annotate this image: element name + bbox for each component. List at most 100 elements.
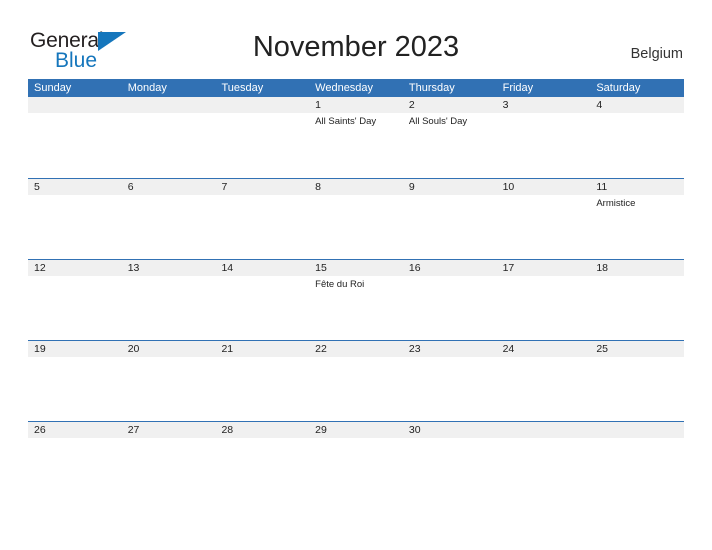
day-cell[interactable] — [122, 438, 216, 502]
week-date-number-band: 26 27 28 29 30 — [28, 422, 684, 438]
day-number[interactable]: 28 — [215, 422, 309, 438]
weekday-header-friday: Friday — [502, 82, 534, 94]
day-number[interactable]: 29 — [309, 422, 403, 438]
weekday-header-tuesday: Tuesday — [221, 82, 264, 94]
day-cell[interactable] — [215, 195, 309, 259]
day-number[interactable] — [28, 97, 122, 113]
day-number[interactable]: 6 — [122, 179, 216, 195]
day-cell[interactable] — [28, 113, 122, 177]
day-cell[interactable] — [497, 276, 591, 340]
day-cell[interactable] — [28, 195, 122, 259]
weekday-header-sunday: Sunday — [34, 82, 72, 94]
weekday-header-wednesday: Wednesday — [315, 82, 374, 94]
day-number[interactable]: 11 — [590, 179, 684, 195]
day-number[interactable]: 13 — [122, 260, 216, 276]
holiday-label: Armistice — [596, 198, 636, 209]
week-event-band: All Saints' Day All Souls' Day — [28, 113, 684, 177]
day-cell[interactable]: All Saints' Day — [309, 113, 403, 177]
day-number[interactable]: 4 — [590, 97, 684, 113]
week-event-band — [28, 438, 684, 502]
day-number[interactable]: 2 — [403, 97, 497, 113]
day-cell[interactable] — [28, 357, 122, 421]
day-number[interactable]: 15 — [309, 260, 403, 276]
day-number[interactable]: 12 — [28, 260, 122, 276]
day-cell[interactable] — [403, 438, 497, 502]
weekday-header-saturday: Saturday — [596, 82, 641, 94]
day-cell[interactable] — [309, 438, 403, 502]
page-title: November 2023 — [252, 31, 460, 63]
day-cell[interactable] — [590, 357, 684, 421]
day-cell[interactable] — [590, 113, 684, 177]
day-number[interactable] — [122, 97, 216, 113]
day-number[interactable]: 9 — [403, 179, 497, 195]
day-cell[interactable]: Armistice — [590, 195, 684, 259]
calendar-week-row: 5 6 7 8 9 10 11 Armistice — [28, 178, 684, 259]
day-cell[interactable] — [497, 113, 591, 177]
day-cell[interactable] — [122, 357, 216, 421]
page-header: General Blue November 2023 Belgium — [0, 0, 712, 79]
day-cell[interactable] — [215, 276, 309, 340]
day-cell[interactable] — [403, 357, 497, 421]
day-number[interactable]: 8 — [309, 179, 403, 195]
day-number[interactable]: 24 — [497, 341, 591, 357]
day-number[interactable]: 17 — [497, 260, 591, 276]
day-cell[interactable] — [590, 276, 684, 340]
day-number[interactable]: 22 — [309, 341, 403, 357]
day-number[interactable]: 27 — [122, 422, 216, 438]
day-number[interactable] — [590, 422, 684, 438]
week-date-number-band: 1234 — [28, 97, 684, 113]
day-cell[interactable] — [590, 438, 684, 502]
calendar-grid: Sunday Monday Tuesday Wednesday Thursday Frid… — [28, 79, 684, 502]
day-number[interactable]: 20 — [122, 341, 216, 357]
day-cell[interactable] — [28, 438, 122, 502]
day-cell[interactable]: All Souls' Day — [403, 113, 497, 177]
day-cell[interactable] — [122, 113, 216, 177]
holiday-label: Fête du Roi — [315, 279, 365, 290]
calendar-week-row: 1 2 3 4 All Saints' Day All Souls' Day — [28, 97, 684, 178]
calendar-weeks: 1 2 3 4 All Saints' Day All Souls' Day 5 6 7 8 9 10… — [28, 97, 684, 502]
holiday-label: All Souls' Day — [408, 116, 468, 127]
day-number[interactable]: 30 — [403, 422, 497, 438]
holiday-label: All Saints' Day — [315, 116, 377, 127]
day-number[interactable]: 1 — [309, 97, 403, 113]
weekday-header-row: Sunday Monday Tuesday Wednesday Thursday Frid… — [28, 79, 684, 97]
day-number[interactable]: 19 — [28, 341, 122, 357]
calendar-week-row: 19 20 21 22 23 24 25 — [28, 340, 684, 421]
day-number[interactable]: 16 — [403, 260, 497, 276]
day-cell[interactable] — [215, 357, 309, 421]
day-cell[interactable] — [403, 195, 497, 259]
week-event-band: Fête du Roi — [28, 276, 684, 340]
day-number[interactable]: 23 — [403, 341, 497, 357]
day-cell[interactable] — [497, 195, 591, 259]
day-cell[interactable] — [215, 438, 309, 502]
day-number[interactable]: 14 — [215, 260, 309, 276]
day-number[interactable]: 25 — [590, 341, 684, 357]
day-number[interactable] — [497, 422, 591, 438]
day-number[interactable]: 7 — [215, 179, 309, 195]
day-cell[interactable] — [497, 357, 591, 421]
day-cell[interactable] — [309, 195, 403, 259]
week-event-band — [28, 357, 684, 421]
day-number[interactable]: 10 — [497, 179, 591, 195]
day-number[interactable]: 21 — [215, 341, 309, 357]
day-number[interactable]: 3 — [497, 97, 591, 113]
week-date-number-band: 12 13 14 15 16 17 18 — [28, 260, 684, 276]
day-cell[interactable] — [28, 276, 122, 340]
day-cell[interactable] — [497, 438, 591, 502]
week-event-band: Armistice — [28, 195, 684, 259]
day-cell[interactable] — [309, 357, 403, 421]
day-number[interactable]: 26 — [28, 422, 122, 438]
day-number[interactable]: 5 — [28, 179, 122, 195]
day-cell[interactable] — [122, 276, 216, 340]
day-cell[interactable] — [403, 276, 497, 340]
day-cell[interactable] — [215, 113, 309, 177]
week-date-number-band: 5 6 7 8 9 10 11 — [28, 179, 684, 195]
day-number[interactable] — [215, 97, 309, 113]
calendar-week-row: 12 13 14 15 16 17 18 Fête du Roi — [28, 259, 684, 340]
calendar-location-label: Belgium — [630, 46, 683, 62]
day-number[interactable]: 18 — [590, 260, 684, 276]
day-cell[interactable] — [122, 195, 216, 259]
week-date-number-band: 19 20 21 22 23 24 25 — [28, 341, 684, 357]
day-cell[interactable]: Fête du Roi — [309, 276, 403, 340]
weekday-header-monday: Monday — [127, 82, 167, 94]
